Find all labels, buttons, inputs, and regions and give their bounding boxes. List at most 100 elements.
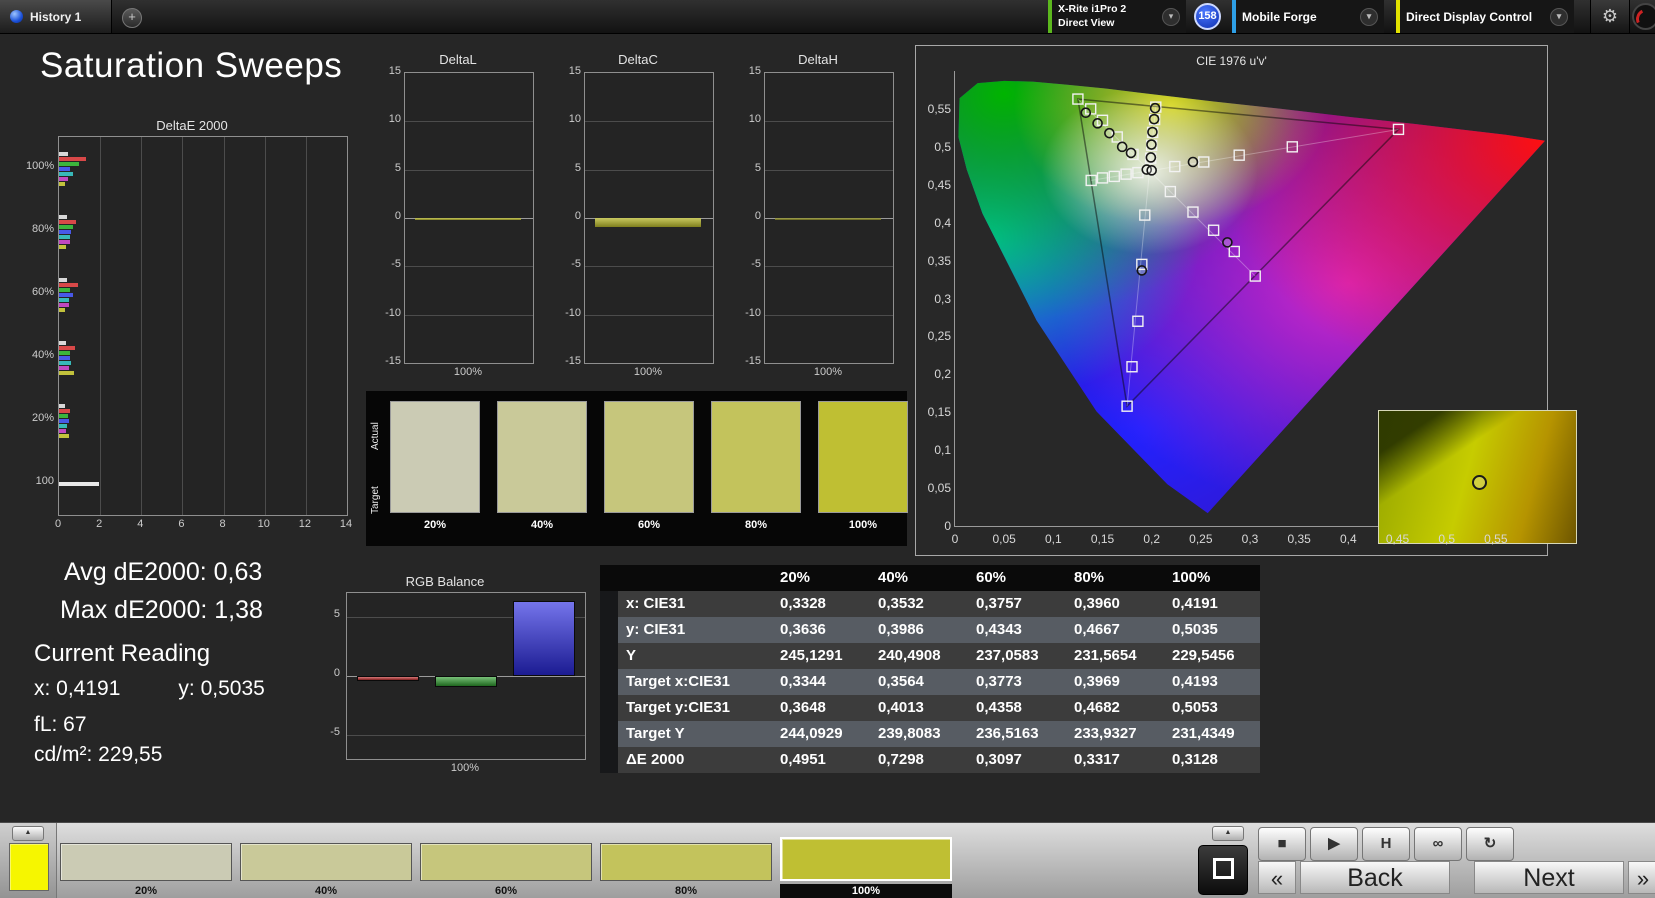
sat-button-80%[interactable]	[600, 843, 772, 881]
saturation-swatch	[818, 401, 908, 513]
transport-play-button[interactable]: ▶	[1310, 827, 1358, 861]
next-button[interactable]: Next	[1474, 861, 1624, 894]
transport-stop-button[interactable]: ■	[1258, 827, 1306, 861]
table-header-row: 20% 40% 60% 80% 100%	[600, 565, 1260, 591]
expand-up-button[interactable]: ▲	[1212, 826, 1244, 841]
source-dropdown[interactable]: Mobile Forge ▾	[1232, 0, 1384, 33]
axis-group-label: 40%	[31, 348, 54, 361]
gridline	[405, 266, 533, 268]
gear-icon[interactable]: ⚙	[1590, 0, 1630, 33]
sat-button-label: 20%	[134, 885, 158, 897]
axis-tick-label: 14	[339, 518, 353, 530]
meter-mode: Direct View	[1058, 16, 1115, 29]
actual-label: Actual	[370, 422, 381, 450]
axis-tick-label: 0	[574, 210, 581, 222]
axis-tick-label: 10	[568, 113, 581, 126]
de-bar	[59, 214, 68, 219]
axis-tick-label: 0,35	[927, 253, 951, 268]
table-row: ΔE 2000 0,4951 0,7298 0,3097 0,3317 0,3128	[600, 747, 1260, 773]
back-button[interactable]: Back	[1300, 861, 1450, 894]
transport-continuous-button[interactable]: ∞	[1414, 827, 1462, 861]
delta-bar	[415, 218, 521, 220]
axis-tick-label: 0,35	[1287, 532, 1311, 546]
chart-title: CIE 1976 u'v'	[1196, 54, 1267, 68]
table-row-label: y: CIE31	[626, 621, 686, 638]
swatch-label: 20%	[423, 519, 447, 531]
axis-group-label: 20%	[31, 411, 54, 424]
next-chevron-button[interactable]: »	[1628, 861, 1655, 894]
sat-button-20%[interactable]	[60, 843, 232, 881]
de-bar	[59, 181, 66, 186]
axis-tick-label: 0,45	[927, 177, 951, 192]
table-cell: 231,5654	[1074, 647, 1137, 664]
axis-tick-label: -5	[391, 258, 401, 271]
gridline	[405, 314, 533, 316]
chart-title: DeltaH	[798, 52, 838, 67]
deltal-plot	[404, 72, 534, 364]
expand-up-button[interactable]: ▲	[12, 826, 44, 841]
transport-refresh-button[interactable]: ↻	[1466, 827, 1514, 861]
table-cell: 0,4343	[976, 621, 1022, 638]
gridline	[223, 137, 225, 515]
results-table: 20% 40% 60% 80% 100% x: CIE31 0,3328 0,3532 0,37…	[600, 565, 1260, 773]
de-bar	[59, 161, 79, 166]
de-bar	[59, 229, 72, 234]
table-cell: 239,8083	[878, 725, 941, 742]
chevron-down-icon[interactable]: ▾	[1162, 7, 1180, 26]
table-cell: 0,3636	[780, 621, 826, 638]
table-row-label: Y	[626, 647, 637, 664]
swatch-label: 100%	[848, 519, 878, 531]
swatch-label: 60%	[637, 519, 661, 531]
chart-title: DeltaE 2000	[156, 118, 228, 133]
chevron-down-icon[interactable]: ▾	[1550, 7, 1568, 26]
table-row: Target Y 244,0929 239,8083 236,5163 233,9327…	[600, 721, 1260, 747]
table-header-cell: 100%	[1172, 569, 1211, 586]
table-cell: 0,3344	[780, 673, 826, 690]
table-header-cell: 80%	[1074, 569, 1105, 586]
deltac-plot	[584, 72, 714, 364]
axis-tick-label: 0,05	[992, 532, 1016, 546]
row-strip	[600, 643, 618, 669]
sat-button-60%[interactable]	[420, 843, 592, 881]
axis-tick-label: 0,2	[934, 367, 951, 382]
axis-tick-label: 0,3	[1241, 532, 1259, 546]
table-row-label: ΔE 2000	[626, 751, 685, 768]
axis-tick-label: 0	[54, 518, 62, 530]
table-cell: 0,3317	[1074, 751, 1120, 768]
de-bar	[59, 297, 69, 302]
display-control-dropdown[interactable]: Direct Display Control ▾	[1396, 0, 1574, 33]
de-bar	[59, 302, 70, 307]
table-cell: 231,4349	[1172, 725, 1235, 742]
transport-pause-button[interactable]: H	[1362, 827, 1410, 861]
de-bar	[59, 244, 66, 249]
sat-button-40%[interactable]	[240, 843, 412, 881]
add-tab-button[interactable]: +	[122, 8, 142, 28]
table-row: Y 245,1291 240,4908 237,0583 231,5654 229,545…	[600, 643, 1260, 669]
chevron-down-icon[interactable]: ▾	[1360, 7, 1378, 26]
current-cdm2: cd/m²: 229,55	[34, 743, 163, 766]
app-logo-icon[interactable]	[1632, 3, 1655, 32]
de-bar	[59, 408, 71, 413]
rgb-balance-chart: RGB Balance 5 0 -5 100%	[300, 568, 590, 778]
axis-tick-label: 0,3	[934, 291, 951, 306]
axis-tick-label: 0	[333, 667, 340, 679]
axis-tick-label: 0,2	[1143, 532, 1160, 546]
table-cell: 0,3969	[1074, 673, 1120, 690]
table-cell: 237,0583	[976, 647, 1039, 664]
axis-label: 100%	[453, 366, 483, 378]
table-cell: 0,4013	[878, 699, 924, 716]
chart-title: DeltaC	[618, 52, 658, 67]
sat-button-100%[interactable]	[780, 837, 952, 881]
current-xy: x: 0,4191 y: 0,5035	[34, 677, 265, 701]
meter-dropdown[interactable]: X-Rite i1Pro 2 Direct View ▾	[1048, 0, 1186, 33]
stop-icon	[1212, 858, 1234, 879]
axis-tick-label: 2	[96, 518, 103, 530]
saturation-swatch	[497, 401, 587, 513]
prev-chevron-button[interactable]: «	[1258, 861, 1296, 894]
stop-button[interactable]	[1198, 845, 1248, 895]
table-row-label: Target Y	[626, 725, 685, 742]
reading-count-badge[interactable]: 158	[1194, 3, 1221, 30]
history-tab[interactable]: History 1	[0, 0, 112, 33]
table-row-label: Target y:CIE31	[626, 699, 730, 716]
axis-tick-label: 4	[137, 518, 144, 530]
